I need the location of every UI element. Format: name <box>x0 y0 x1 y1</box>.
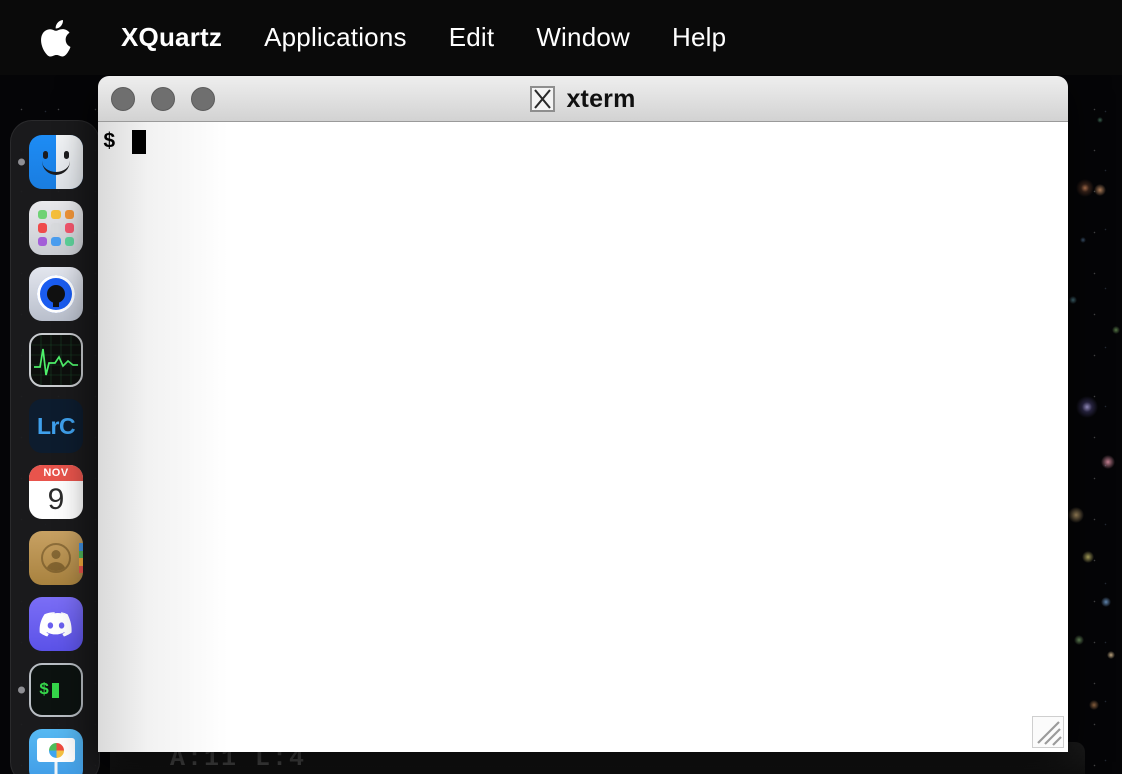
minimize-button[interactable] <box>151 86 175 111</box>
dock-item-calendar[interactable]: NOV 9 <box>11 459 101 525</box>
terminal-scrollbar[interactable] <box>98 122 228 752</box>
apple-logo-icon[interactable] <box>38 18 72 58</box>
terminal-content-area[interactable]: $ <box>98 122 1068 752</box>
dock-item-discord[interactable] <box>11 591 101 657</box>
running-indicator-terminal <box>18 686 25 694</box>
terminal-line: $ <box>103 130 146 154</box>
text-cursor <box>131 130 146 154</box>
calendar-day: 9 <box>47 483 65 516</box>
menu-item-edit[interactable]: Edit <box>428 22 516 53</box>
menu-item-window[interactable]: Window <box>515 22 651 53</box>
calendar-icon: NOV 9 <box>29 465 83 519</box>
window-title: xterm <box>566 84 636 113</box>
menu-item-applications[interactable]: Applications <box>243 22 428 53</box>
menu-item-xquartz[interactable]: XQuartz <box>100 22 243 53</box>
terminal-icon-prompt: $ <box>39 680 50 700</box>
dock-item-launchpad[interactable] <box>11 195 101 261</box>
finder-icon <box>29 135 83 189</box>
terminal-icon: $ <box>29 663 83 717</box>
keynote-icon <box>29 729 83 774</box>
xterm-window[interactable]: xterm $ <box>98 76 1068 752</box>
menu-bar: XQuartz Applications Edit Window Help <box>0 0 1122 75</box>
calendar-month: NOV <box>29 465 83 481</box>
shell-prompt: $ <box>103 130 116 154</box>
window-controls <box>111 86 215 111</box>
desktop-screen: A:11 L:4 XQuartz Applications Edit Windo… <box>0 0 1122 774</box>
window-title-group: xterm <box>98 76 1068 122</box>
1password-icon <box>29 267 83 321</box>
dock-item-lightroom-classic[interactable]: LrC <box>11 393 101 459</box>
activity-monitor-icon <box>29 333 83 387</box>
close-button[interactable] <box>111 86 135 111</box>
dock-item-finder[interactable] <box>11 129 101 195</box>
window-title-bar[interactable]: xterm <box>98 76 1068 122</box>
dock-item-1password[interactable] <box>11 261 101 327</box>
resize-grip-icon[interactable] <box>1032 716 1064 748</box>
running-indicator-finder <box>18 158 25 166</box>
dock-item-contacts[interactable] <box>11 525 101 591</box>
launchpad-icon <box>29 201 83 255</box>
dock: LrC NOV 9 $ <box>10 120 100 774</box>
menu-item-help[interactable]: Help <box>651 22 747 53</box>
x11-icon <box>530 86 556 112</box>
maximize-button[interactable] <box>191 86 215 111</box>
discord-icon <box>29 597 83 651</box>
dock-item-terminal[interactable]: $ <box>11 657 101 723</box>
dock-item-keynote[interactable] <box>11 723 101 774</box>
contacts-icon <box>29 531 83 585</box>
lightroom-classic-label: LrC <box>36 412 76 439</box>
dock-item-activity-monitor[interactable] <box>11 327 101 393</box>
lightroom-classic-icon: LrC <box>29 399 83 453</box>
